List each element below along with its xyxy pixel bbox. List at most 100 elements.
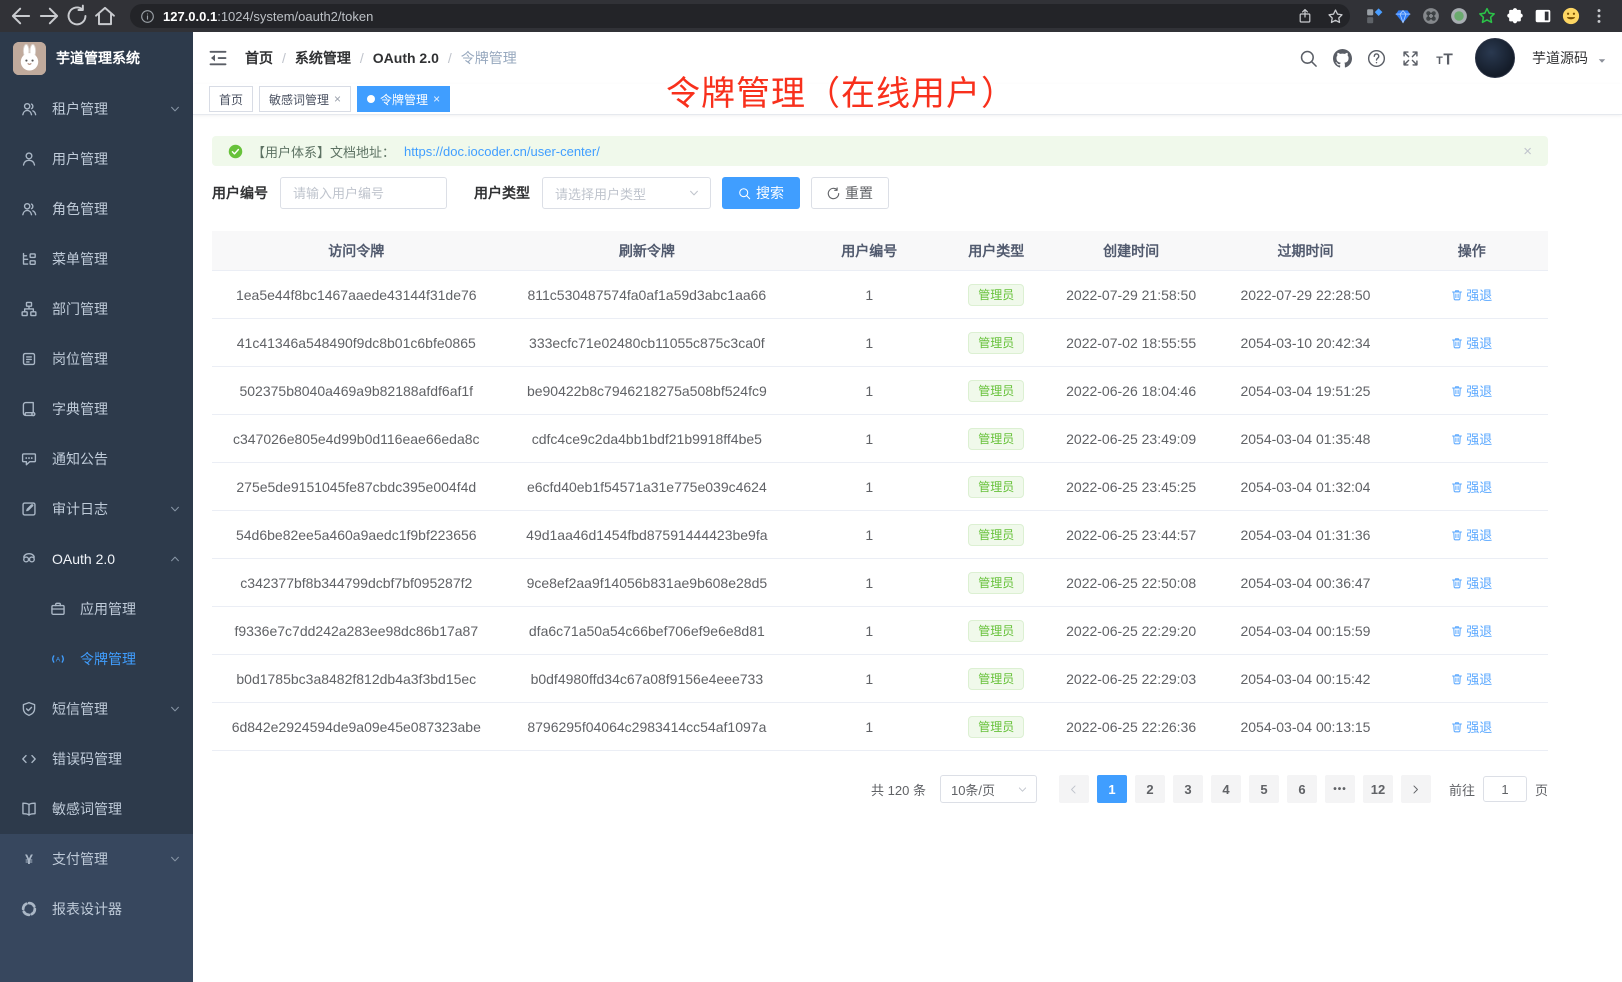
tab-close-icon[interactable]: ×: [433, 92, 440, 106]
search-button[interactable]: 搜索: [722, 177, 800, 209]
tab-令牌管理[interactable]: 令牌管理×: [357, 86, 450, 112]
browser-menu-icon[interactable]: [1590, 7, 1608, 25]
page-button-12[interactable]: 12: [1363, 775, 1393, 803]
force-logout-button[interactable]: 强退: [1451, 285, 1492, 304]
force-logout-button[interactable]: 强退: [1451, 717, 1492, 736]
extension-icon-command[interactable]: [1422, 7, 1440, 25]
browser-reload-button[interactable]: [64, 3, 90, 29]
page-button-6[interactable]: 6: [1287, 775, 1317, 803]
browser-forward-button[interactable]: [36, 3, 62, 29]
refresh-token-cell: 49d1aa46d1454fbd87591444423be9fa: [501, 527, 794, 543]
breadcrumb-item-首页[interactable]: 首页: [245, 48, 273, 68]
sidebar-item-岗位管理[interactable]: 岗位管理: [0, 334, 193, 384]
tab-close-icon[interactable]: ×: [334, 92, 341, 106]
page-button-3[interactable]: 3: [1173, 775, 1203, 803]
search-icon[interactable]: [1299, 49, 1318, 68]
user-type-cell: 管理员: [945, 572, 1047, 594]
extension-icon-grid[interactable]: [1366, 7, 1384, 25]
address-bar[interactable]: 127.0.0.1:1024/system/oauth2/token: [130, 4, 1350, 28]
user-name[interactable]: 芋道源码: [1532, 48, 1588, 68]
table-row: 6d842e2924594de9a09e45e087323abe8796295f…: [212, 703, 1548, 751]
extension-icon-green-star[interactable]: [1478, 7, 1496, 25]
sidebar-item-部门管理[interactable]: 部门管理: [0, 284, 193, 334]
sidebar-fold-icon[interactable]: [208, 48, 228, 68]
force-logout-label: 强退: [1466, 477, 1492, 496]
github-icon[interactable]: [1333, 49, 1352, 68]
next-page-button[interactable]: [1401, 775, 1431, 803]
sidebar-item-错误码管理[interactable]: 错误码管理: [0, 734, 193, 784]
user-id-input[interactable]: [280, 177, 447, 209]
browser-home-button[interactable]: [92, 3, 118, 29]
tab-敏感词管理[interactable]: 敏感词管理×: [259, 86, 351, 112]
table-row: c347026e805e4d99b0d116eae66eda8ccdfc4ce9…: [212, 415, 1548, 463]
force-logout-button[interactable]: 强退: [1451, 429, 1492, 448]
force-logout-button[interactable]: 强退: [1451, 381, 1492, 400]
font-size-icon[interactable]: TT: [1435, 49, 1454, 68]
sidebar-item-短信管理[interactable]: 短信管理: [0, 684, 193, 734]
sidebar-item-OAuth 2.0[interactable]: OAuth 2.0: [0, 534, 193, 584]
chevron-down-icon[interactable]: [1597, 56, 1607, 66]
sidebar-item-租户管理[interactable]: 租户管理: [0, 84, 193, 134]
open-book-icon: [21, 801, 37, 817]
page-button-4[interactable]: 4: [1211, 775, 1241, 803]
sidebar-item-角色管理[interactable]: 角色管理: [0, 184, 193, 234]
sidebar-item-支付管理[interactable]: ¥支付管理: [0, 834, 193, 884]
page-size-select[interactable]: 10条/页: [940, 775, 1037, 803]
alert-doc-link[interactable]: https://doc.iocoder.cn/user-center/: [404, 144, 600, 159]
refresh-token-cell: b0df4980ffd34c67a08f9156e4eee733: [501, 671, 794, 687]
user-id-cell: 1: [793, 575, 945, 591]
profile-emoji-icon[interactable]: [1562, 7, 1580, 25]
force-logout-button[interactable]: 强退: [1451, 669, 1492, 688]
goto-suffix: 页: [1535, 780, 1548, 799]
sidebar-item-应用管理[interactable]: 应用管理: [0, 584, 193, 634]
sidebar-item-通知公告[interactable]: 通知公告: [0, 434, 193, 484]
help-icon[interactable]: [1367, 49, 1386, 68]
force-logout-button[interactable]: 强退: [1451, 621, 1492, 640]
side-panel-icon[interactable]: [1534, 7, 1552, 25]
extensions-puzzle-icon[interactable]: [1506, 7, 1524, 25]
share-icon[interactable]: [1297, 8, 1313, 24]
page-button-1[interactable]: 1: [1097, 775, 1127, 803]
app-logo[interactable]: 芋道管理系统: [0, 32, 193, 84]
briefcase-icon: [50, 601, 66, 617]
create-time-cell: 2022-06-25 23:49:09: [1047, 431, 1215, 447]
message-icon: [21, 451, 37, 467]
page-button-2[interactable]: 2: [1135, 775, 1165, 803]
sidebar-item-用户管理[interactable]: 用户管理: [0, 134, 193, 184]
pagination-more-button[interactable]: •••: [1325, 775, 1355, 803]
avatar[interactable]: [1475, 38, 1515, 78]
user-type-select[interactable]: 请选择用户类型: [542, 177, 711, 209]
annotation-overlay: 令牌管理（在线用户）: [666, 66, 1016, 115]
sidebar-item-审计日志[interactable]: 审计日志: [0, 484, 193, 534]
page-button-5[interactable]: 5: [1249, 775, 1279, 803]
sidebar-item-令牌管理[interactable]: A令牌管理: [0, 634, 193, 684]
refresh-token-cell: 8796295f04064c2983414cc54af1097a: [501, 719, 794, 735]
reset-button[interactable]: 重置: [811, 177, 889, 209]
user-id-cell: 1: [793, 431, 945, 447]
sidebar-item-报表设计器[interactable]: 报表设计器: [0, 884, 193, 934]
force-logout-button[interactable]: 强退: [1451, 573, 1492, 592]
table-row: 1ea5e44f8bc1467aaede43144f31de76811c5304…: [212, 271, 1548, 319]
sidebar-item-字典管理[interactable]: 字典管理: [0, 384, 193, 434]
extension-icon-green-dot[interactable]: [1450, 7, 1468, 25]
breadcrumb: 首页/系统管理/OAuth 2.0/令牌管理: [245, 48, 517, 68]
breadcrumb-item-系统管理[interactable]: 系统管理: [295, 48, 351, 68]
fullscreen-icon[interactable]: [1401, 49, 1420, 68]
force-logout-button[interactable]: 强退: [1451, 477, 1492, 496]
sidebar-item-敏感词管理[interactable]: 敏感词管理: [0, 784, 193, 834]
browser-back-button[interactable]: [8, 3, 34, 29]
bookmark-star-icon[interactable]: [1327, 8, 1344, 25]
info-icon[interactable]: [140, 9, 155, 24]
force-logout-button[interactable]: 强退: [1451, 525, 1492, 544]
sidebar-item-菜单管理[interactable]: 菜单管理: [0, 234, 193, 284]
extension-icon-gem[interactable]: [1394, 7, 1412, 25]
force-logout-button[interactable]: 强退: [1451, 333, 1492, 352]
breadcrumb-item-OAuth 2.0[interactable]: OAuth 2.0: [373, 50, 439, 66]
trash-icon: [1451, 721, 1463, 733]
pagination-total: 共 120 条: [871, 780, 926, 799]
expire-time-cell: 2054-03-04 01:31:36: [1215, 527, 1395, 543]
goto-page-input[interactable]: [1483, 776, 1527, 802]
tab-首页[interactable]: 首页: [209, 86, 253, 112]
alert-close-icon[interactable]: ×: [1523, 143, 1532, 160]
prev-page-button[interactable]: [1059, 775, 1089, 803]
